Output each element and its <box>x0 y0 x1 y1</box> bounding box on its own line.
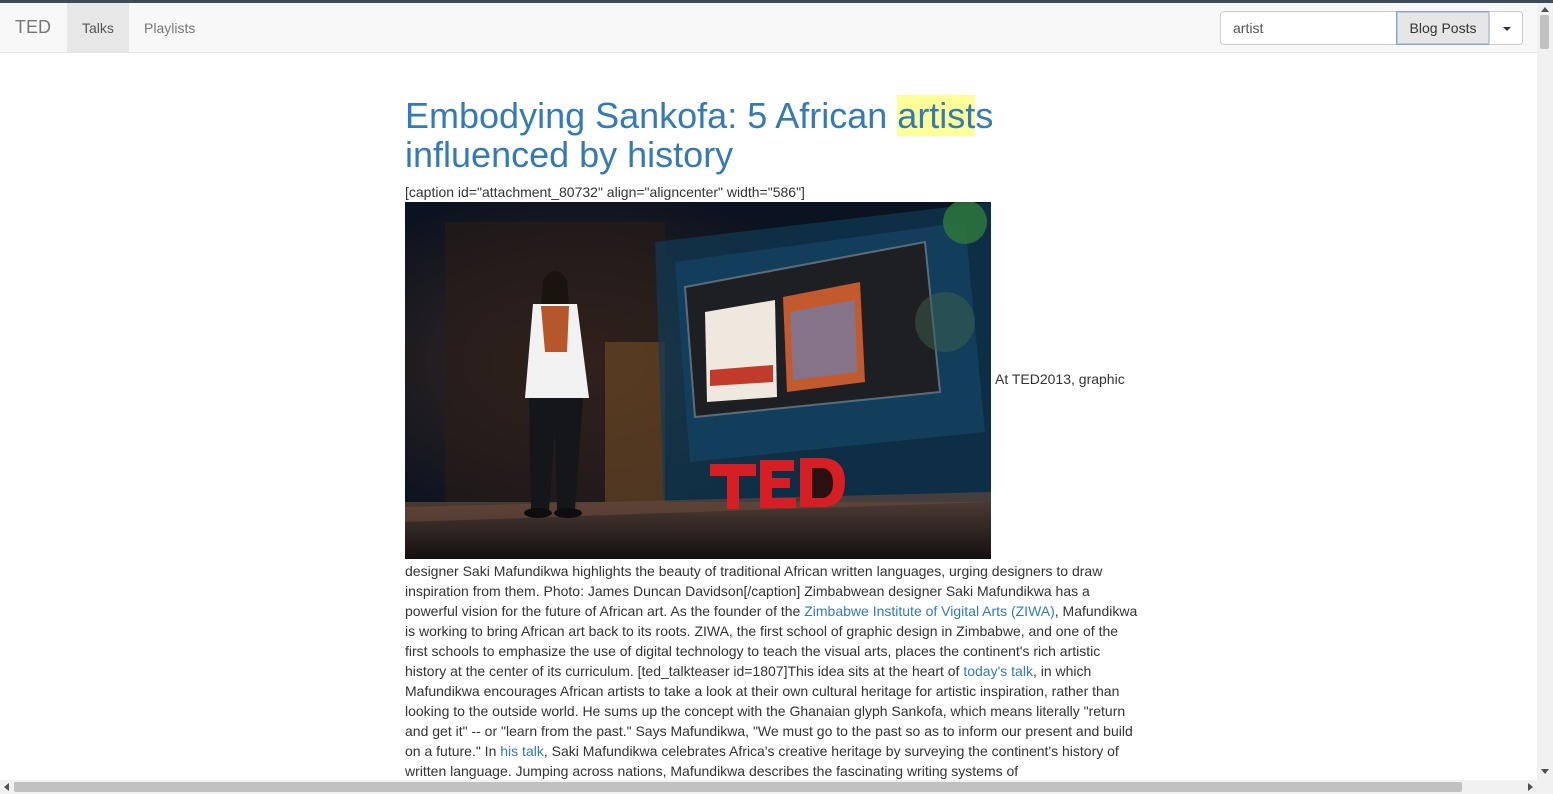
todays-talk-link[interactable]: today's talk <box>963 663 1033 679</box>
search-type-dropdown-toggle[interactable] <box>1489 11 1523 45</box>
vertical-scrollbar-thumb[interactable] <box>1540 15 1549 49</box>
arrow-left-icon[interactable] <box>4 783 9 791</box>
search-input[interactable] <box>1220 11 1397 45</box>
tab-playlists[interactable]: Playlists <box>129 3 210 53</box>
horizontal-scrollbar[interactable] <box>0 780 1553 794</box>
arrow-right-icon[interactable] <box>1528 783 1533 791</box>
post-title[interactable]: Embodying Sankofa: 5 African artists inf… <box>405 95 1140 174</box>
caret-down-icon <box>1503 27 1511 31</box>
stage-photo-graphic <box>405 202 991 559</box>
caption-shortcode: [caption id="attachment_80732" align="al… <box>405 184 805 200</box>
post-figure: At TED2013, graphic <box>405 202 1140 559</box>
search-highlight: artist <box>897 95 976 136</box>
post-body: designer Saki Mafundikwa highlights the … <box>405 561 1140 781</box>
horizontal-scrollbar-thumb[interactable] <box>14 782 1462 792</box>
image-inline-text: At TED2013, graphic <box>995 371 1125 387</box>
tab-talks[interactable]: Talks <box>67 3 129 53</box>
post-title-text-before: Embodying Sankofa: 5 African <box>405 95 898 136</box>
post-image <box>405 202 991 559</box>
arrow-up-icon[interactable] <box>1541 7 1549 12</box>
navbar: TED Talks Playlists Blog Posts <box>0 3 1537 53</box>
vertical-scrollbar[interactable] <box>1537 3 1553 780</box>
brand-logo[interactable]: TED <box>15 17 51 38</box>
blog-post: Embodying Sankofa: 5 African artists inf… <box>405 95 1140 781</box>
search-type-button[interactable]: Blog Posts <box>1396 11 1490 45</box>
arrow-down-icon[interactable] <box>1541 769 1549 774</box>
ziwa-link[interactable]: Zimbabwe Institute of Vigital Arts (ZIWA… <box>804 603 1055 619</box>
his-talk-link[interactable]: his talk <box>500 743 544 759</box>
